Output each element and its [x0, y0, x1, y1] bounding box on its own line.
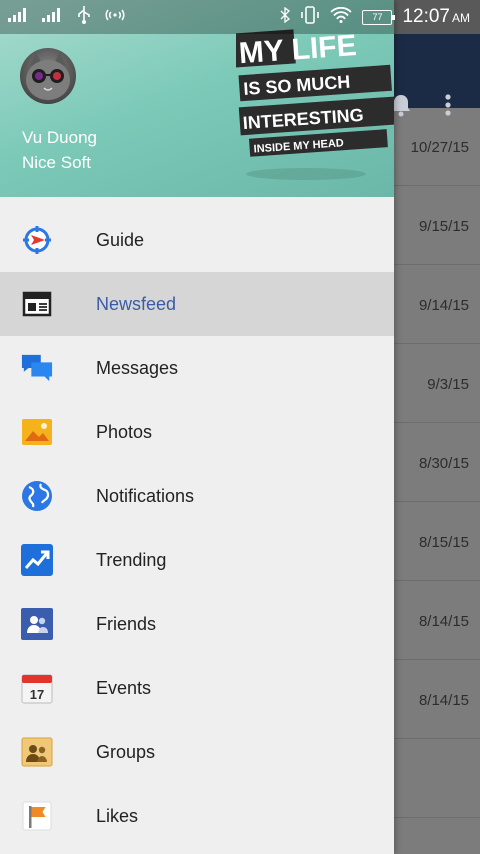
- chat-bubbles-icon: [21, 352, 53, 384]
- menu-item-groups[interactable]: Groups: [0, 720, 394, 784]
- menu-item-label: Groups: [96, 741, 156, 762]
- menu-item-trending[interactable]: Trending: [0, 528, 394, 592]
- menu-item-label: Newsfeed: [96, 293, 177, 314]
- wifi-icon: [330, 6, 353, 28]
- list-item-date: 9/3/15: [427, 375, 469, 393]
- list-item[interactable]: 9/3/15: [394, 345, 480, 423]
- list-item-date: 10/27/15: [410, 138, 469, 156]
- menu-item-messages[interactable]: Messages: [0, 336, 394, 400]
- navigation-drawer: MY LIFE IS SO MUCH INTERESTING INSIDE MY…: [0, 0, 394, 854]
- menu-item-label: Guide: [96, 229, 145, 250]
- list-item[interactable]: 8/14/15: [394, 661, 480, 739]
- clock-ampm: AM: [452, 11, 470, 25]
- menu-item-label: Messages: [96, 357, 179, 378]
- list-item[interactable]: 9/15/15: [394, 187, 480, 265]
- trend-chart-icon: [21, 544, 53, 576]
- menu-item-guide[interactable]: Guide: [0, 208, 394, 272]
- menu-item-newsfeed[interactable]: Newsfeed: [0, 272, 394, 336]
- bluetooth-icon: [280, 6, 291, 28]
- art-line: MY LIFE: [238, 29, 358, 70]
- menu-item-label: Photos: [96, 421, 153, 442]
- list-item[interactable]: [394, 740, 480, 818]
- drawer-menu: Guide Newsfeed Messages Photos Notificat…: [0, 208, 394, 848]
- menu-item-events[interactable]: 17 Events: [0, 656, 394, 720]
- menu-item-likes[interactable]: Likes: [0, 784, 394, 848]
- menu-item-notifications[interactable]: Notifications: [0, 464, 394, 528]
- header-typography-art: MY LIFE IS SO MUCH INTERESTING INSIDE MY…: [236, 29, 394, 180]
- clock: 12:07 AM: [402, 6, 470, 28]
- list-item[interactable]: 8/14/15: [394, 582, 480, 660]
- menu-item-label: Friends: [96, 613, 157, 634]
- globe-icon: [21, 480, 53, 512]
- calendar-day: 17: [30, 687, 44, 702]
- menu-item-label: Notifications: [96, 485, 195, 506]
- avatar[interactable]: [20, 48, 76, 104]
- menu-item-label: Trending: [96, 549, 167, 570]
- signal-icon: [8, 7, 30, 27]
- list-item[interactable]: 8/30/15: [394, 424, 480, 502]
- clock-time: 12:07: [402, 6, 450, 27]
- signal-icon: [42, 7, 64, 27]
- list-item[interactable]: 10/27/15: [394, 108, 480, 186]
- newsfeed-icon: [21, 288, 53, 320]
- calendar-icon: 17: [21, 672, 53, 704]
- flag-icon: [21, 800, 53, 832]
- list-item[interactable]: 8/15/15: [394, 503, 480, 581]
- list-item-date: 9/15/15: [418, 217, 469, 235]
- menu-item-friends[interactable]: Friends: [0, 592, 394, 656]
- list-item-date: 8/15/15: [418, 533, 469, 551]
- menu-item-label: Events: [96, 677, 152, 698]
- photo-icon: [21, 416, 53, 448]
- list-item-date: 9/14/15: [418, 296, 469, 314]
- vibrate-icon: [300, 5, 320, 29]
- list-item-date: 8/30/15: [418, 454, 469, 472]
- list-item-date: 8/14/15: [418, 612, 469, 630]
- user-name: Vu Duong: [22, 128, 97, 147]
- user-subtitle: Nice Soft: [22, 153, 91, 172]
- battery-icon: 77: [362, 9, 396, 25]
- list-item[interactable]: 9/14/15: [394, 266, 480, 344]
- menu-item-label: Likes: [96, 805, 139, 826]
- status-bar: 77 12:07 AM: [0, 0, 480, 34]
- menu-item-photos[interactable]: Photos: [0, 400, 394, 464]
- friends-icon: [21, 608, 53, 640]
- compass-icon: [21, 224, 53, 256]
- groups-icon: [21, 736, 53, 768]
- usb-icon: [76, 5, 92, 29]
- wireless-sync-icon: [104, 7, 126, 28]
- list-item-date: 8/14/15: [418, 691, 469, 709]
